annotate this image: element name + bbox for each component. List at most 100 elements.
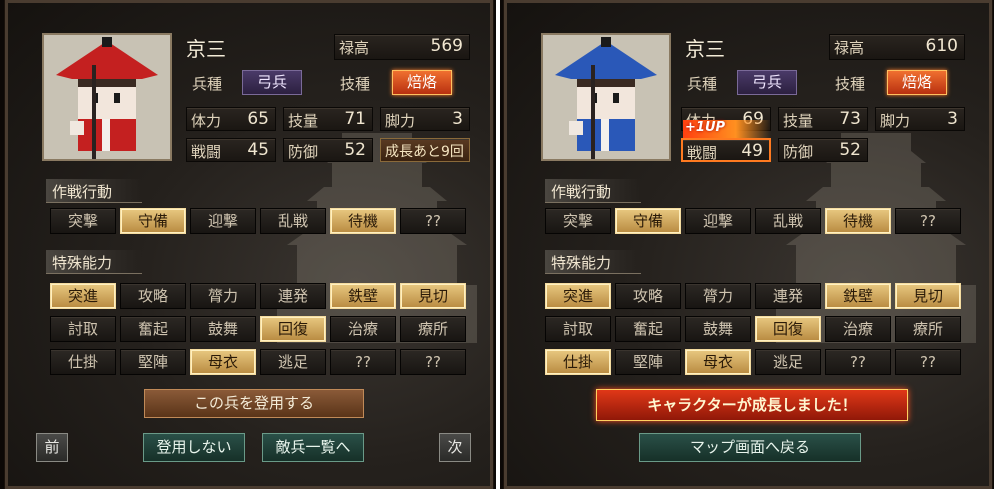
ability-toggle[interactable]: 堅陣 (120, 349, 186, 375)
character-grown-banner: キャラクターが成長しました！ (596, 389, 908, 421)
ability-toggle[interactable]: 堅陣 (615, 349, 681, 375)
tactics-header: 作戦行動 (545, 179, 641, 203)
archer-sprite-icon (543, 35, 669, 159)
tactic-toggle[interactable]: 迎撃 (190, 208, 256, 234)
abilities-header: 特殊能力 (46, 250, 142, 274)
ability-toggle[interactable]: 膂力 (685, 283, 751, 309)
tactic-toggle[interactable]: ?? (895, 208, 961, 234)
stat-leg: 脚力 3 (380, 107, 470, 131)
troop-label: 兵種 (192, 75, 223, 93)
ability-toggle[interactable]: 連発 (260, 283, 326, 309)
stat-tech: 技量 73 (778, 107, 868, 131)
tactic-toggle[interactable]: ?? (400, 208, 466, 234)
abilities-header: 特殊能力 (545, 250, 641, 274)
skill-label: 技種 (340, 75, 371, 93)
ability-toggle[interactable]: 鉄壁 (825, 283, 891, 309)
unit-portrait (541, 33, 671, 161)
stat-tech-label: 技量 (288, 112, 319, 130)
ability-toggle[interactable]: ?? (825, 349, 891, 375)
prev-button[interactable]: 前 (36, 433, 68, 462)
recruit-button[interactable]: この兵を登用する (144, 389, 364, 418)
ability-toggle[interactable]: 攻略 (120, 283, 186, 309)
stat-hp: 体力 65 (186, 107, 276, 131)
stat-leg-value: 3 (947, 109, 958, 129)
tactic-toggle[interactable]: 迎撃 (685, 208, 751, 234)
growth-panel: 京三 禄高 610 兵種 弓兵 技種 焙烙 体力 69 技量 73 脚力 3 戦… (503, 0, 993, 489)
ability-toggle[interactable]: 突進 (545, 283, 611, 309)
ability-toggle[interactable]: 母衣 (685, 349, 751, 375)
ability-toggle[interactable]: 回復 (260, 316, 326, 342)
archer-sprite-icon (44, 35, 170, 159)
tactic-toggle[interactable]: 突撃 (545, 208, 611, 234)
ability-toggle[interactable]: 奮起 (120, 316, 186, 342)
ability-toggle[interactable]: ?? (330, 349, 396, 375)
stipend-field: 禄高 610 (829, 34, 965, 60)
tactic-toggle[interactable]: 待機 (330, 208, 396, 234)
ability-toggle[interactable]: 治療 (330, 316, 396, 342)
skill-label: 技種 (835, 75, 866, 93)
tactic-toggle[interactable]: 乱戦 (755, 208, 821, 234)
ability-toggle[interactable]: 逃足 (755, 349, 821, 375)
ability-toggle[interactable]: 連発 (755, 283, 821, 309)
recruit-panel: 京三 禄高 569 兵種 弓兵 技種 焙烙 体力 65 技量 71 脚力 3 戦… (4, 0, 494, 489)
stat-def: 防御 52 (778, 138, 868, 162)
stat-def-value: 52 (839, 140, 861, 160)
stat-leg-value: 3 (452, 109, 463, 129)
next-button[interactable]: 次 (439, 433, 471, 462)
ability-toggle[interactable]: ?? (400, 349, 466, 375)
ability-toggle[interactable]: 見切 (400, 283, 466, 309)
stat-atk-label: 戦闘 (191, 143, 222, 161)
ability-toggle[interactable]: 奮起 (615, 316, 681, 342)
unit-name: 京三 (685, 37, 725, 61)
ability-toggle[interactable]: 討取 (50, 316, 116, 342)
ability-toggle[interactable]: 鉄壁 (330, 283, 396, 309)
stat-tech: 技量 71 (283, 107, 373, 131)
ability-toggle[interactable]: 膂力 (190, 283, 256, 309)
ability-toggle[interactable]: 回復 (755, 316, 821, 342)
decline-button[interactable]: 登用しない (143, 433, 245, 462)
troop-type-badge: 弓兵 (242, 70, 302, 95)
stat-atk-value: 45 (247, 140, 269, 160)
ability-toggle[interactable]: 鼓舞 (190, 316, 256, 342)
ability-toggle[interactable]: 治療 (825, 316, 891, 342)
tactic-toggle[interactable]: 待機 (825, 208, 891, 234)
stat-tech-value: 73 (839, 109, 861, 129)
ability-toggle[interactable]: 見切 (895, 283, 961, 309)
stat-leg-label: 脚力 (385, 112, 416, 130)
ability-toggle[interactable]: 母衣 (190, 349, 256, 375)
enemy-list-button[interactable]: 敵兵一覧へ (262, 433, 364, 462)
skill-type-badge: 焙烙 (392, 70, 452, 95)
return-to-map-button[interactable]: マップ画面へ戻る (639, 433, 861, 462)
stipend-field: 禄高 569 (334, 34, 470, 60)
ability-toggle[interactable]: 討取 (545, 316, 611, 342)
stat-def-label: 防御 (288, 143, 319, 161)
stat-atk: 戦闘 49 (681, 138, 771, 162)
stat-leg: 脚力 3 (875, 107, 965, 131)
ability-toggle[interactable]: 療所 (895, 316, 961, 342)
ability-toggle[interactable]: 突進 (50, 283, 116, 309)
stipend-label: 禄高 (834, 39, 865, 57)
tactic-toggle[interactable]: 守備 (120, 208, 186, 234)
tactic-toggle[interactable]: 突撃 (50, 208, 116, 234)
ability-toggle[interactable]: 療所 (400, 316, 466, 342)
stat-tech-value: 71 (344, 109, 366, 129)
troop-label: 兵種 (687, 75, 718, 93)
stipend-value: 610 (925, 36, 958, 56)
growth-remaining: 成長あと9回 (380, 138, 470, 162)
stipend-label: 禄高 (339, 39, 370, 57)
ability-toggle[interactable]: 逃足 (260, 349, 326, 375)
tactic-toggle[interactable]: 乱戦 (260, 208, 326, 234)
ability-toggle[interactable]: 仕掛 (545, 349, 611, 375)
growth-text: 成長あと9回 (385, 144, 464, 160)
ability-toggle[interactable]: 攻略 (615, 283, 681, 309)
unit-portrait (42, 33, 172, 161)
ability-toggle[interactable]: 仕掛 (50, 349, 116, 375)
skill-type-badge: 焙烙 (887, 70, 947, 95)
stat-def: 防御 52 (283, 138, 373, 162)
panel-divider (496, 0, 500, 489)
stat-def-label: 防御 (783, 143, 814, 161)
ability-toggle[interactable]: ?? (895, 349, 961, 375)
ability-toggle[interactable]: 鼓舞 (685, 316, 751, 342)
stat-atk-label: 戦闘 (687, 144, 718, 162)
tactic-toggle[interactable]: 守備 (615, 208, 681, 234)
